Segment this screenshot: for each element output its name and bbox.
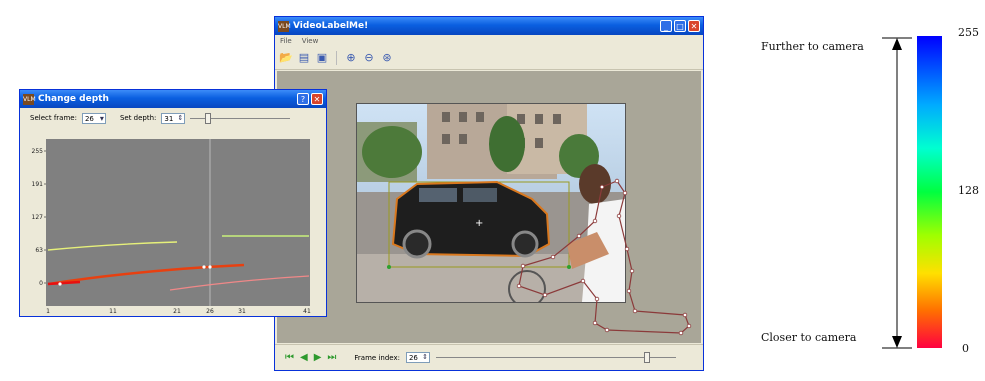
next-frame-icon[interactable]: ▶ [314,352,322,363]
save-icon[interactable]: ▣ [315,51,329,65]
y-tick-0: 0 [39,280,43,287]
open-icon[interactable]: 📂 [279,51,293,65]
zoom-in-icon[interactable]: ⊕ [344,51,358,65]
zoom-fit-icon[interactable]: ⊛ [380,51,394,65]
frame-slider[interactable] [435,352,676,363]
close-button[interactable]: ✕ [688,20,700,32]
main-title-bar[interactable]: VLM VideoLabelMe! _ □ ✕ [275,17,703,35]
depth-color-bar [917,36,942,348]
minimize-button[interactable]: _ [660,20,672,32]
main-window-title: VideoLabelMe! [293,21,369,31]
closer-label: Closer to camera [761,331,857,344]
curve-point[interactable] [202,265,206,269]
playback-bar: ⏮ ◀ ▶ ⏭ Frame index: 26 [275,344,703,370]
folder-icon[interactable]: ▤ [297,51,311,65]
menu-file[interactable]: File [280,37,292,45]
curve-point[interactable] [58,282,62,286]
y-tick-63: 63 [35,247,43,254]
canvas-area: + [277,71,701,343]
main-toolbar: 📂 ▤ ▣ ⊕ ⊖ ⊛ [275,47,703,70]
frame-index-label: Frame index: [354,353,400,362]
x-tick-31: 31 [238,308,246,315]
x-tick-1: 1 [46,308,50,315]
last-frame-icon[interactable]: ⏭ [327,352,336,363]
plot-background [46,139,310,306]
scale-max-value: 255 [958,26,979,39]
person-annotation-polygon[interactable] [277,71,701,343]
app-icon: VLM [278,20,291,32]
toolbar-separator [336,51,337,65]
dialog-title-bar[interactable]: VLM Change depth ? ✕ [20,90,326,108]
menu-bar: File View [275,35,703,47]
y-tick-255: 255 [32,148,44,155]
menu-view[interactable]: View [302,37,319,45]
depth-plot[interactable]: 255 191 127 63 0 1 11 21 26 31 41 [20,110,328,316]
depth-arrow [882,37,912,349]
previous-frame-icon[interactable]: ◀ [300,352,308,363]
x-tick-41: 41 [303,308,311,315]
help-button[interactable]: ? [297,93,309,105]
videolabelme-window: VLM VideoLabelMe! _ □ ✕ File View 📂 ▤ ▣ … [274,16,704,371]
x-tick-26: 26 [206,308,214,315]
dialog-title: Change depth [38,94,109,104]
first-frame-icon[interactable]: ⏮ [285,352,294,363]
scale-min-value: 0 [962,342,969,355]
y-tick-127: 127 [32,214,44,221]
scale-mid-value: 128 [958,184,979,197]
frame-slider-thumb[interactable] [643,352,650,363]
dialog-close-button[interactable]: ✕ [311,93,323,105]
frame-index-spinbox[interactable]: 26 [405,352,430,363]
y-tick-191: 191 [32,181,44,188]
curve-point[interactable] [208,265,212,269]
further-label: Further to camera [761,40,864,53]
maximize-button[interactable]: □ [674,20,686,32]
change-depth-dialog: VLM Change depth ? ✕ Select frame: 26 Se… [19,89,327,317]
x-tick-21: 21 [173,308,181,315]
x-tick-11: 11 [109,308,117,315]
zoom-out-icon[interactable]: ⊖ [362,51,376,65]
dialog-app-icon: VLM [23,93,36,105]
